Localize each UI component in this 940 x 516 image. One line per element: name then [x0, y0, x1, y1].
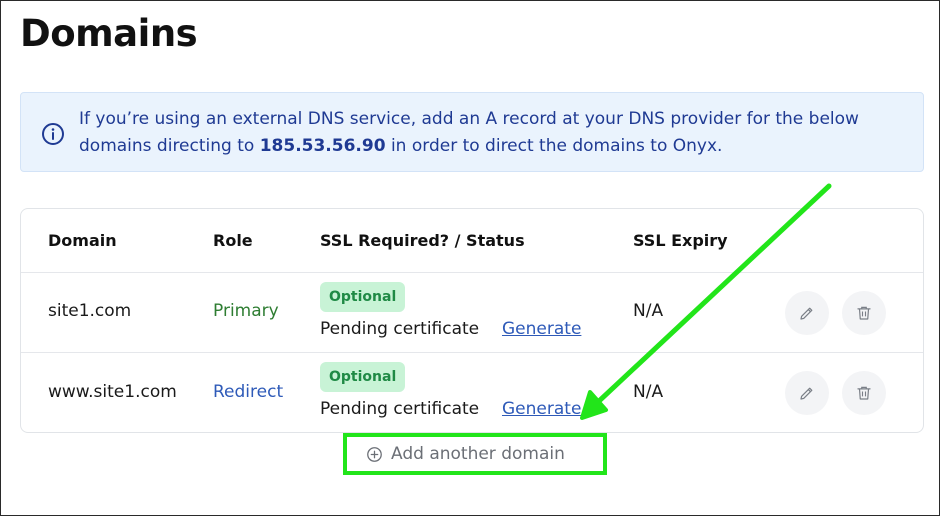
info-icon [41, 122, 65, 146]
generate-certificate-link[interactable]: Generate [502, 319, 581, 339]
header-divider [21, 272, 923, 273]
delete-domain-button[interactable] [842, 291, 886, 335]
row-divider [21, 352, 923, 353]
domains-table: Domain Role SSL Required? / Status SSL E… [20, 208, 924, 433]
ssl-expiry-value: N/A [633, 301, 664, 321]
trash-icon [857, 386, 871, 400]
add-another-domain-button[interactable]: Add another domain [366, 440, 565, 468]
dns-info-text: If you’re using an external DNS service,… [79, 106, 909, 160]
domain-name: www.site1.com [48, 382, 177, 402]
header-ssl-expiry: SSL Expiry [633, 231, 728, 250]
ssl-status-text: Pending certificate [320, 319, 480, 339]
pencil-icon [800, 387, 813, 400]
pencil-icon [800, 307, 813, 320]
ssl-optional-badge: Optional [320, 362, 406, 392]
generate-certificate-link[interactable]: Generate [502, 399, 581, 419]
ssl-status-text: Pending certificate [320, 399, 480, 419]
header-ssl-status: SSL Required? / Status [320, 231, 525, 250]
delete-domain-button[interactable] [842, 371, 886, 415]
page-title: Domains [20, 12, 198, 55]
edit-domain-button[interactable] [785, 371, 829, 415]
header-domain: Domain [48, 231, 117, 250]
plus-circle-icon [367, 446, 382, 462]
domain-role: Primary [213, 301, 279, 321]
add-another-domain-label: Add another domain [391, 444, 565, 464]
trash-icon [857, 306, 871, 320]
ssl-expiry-value: N/A [633, 382, 664, 402]
header-role: Role [213, 231, 253, 250]
dns-ip-address: 185.53.56.90 [259, 136, 386, 156]
dns-info-banner: If you’re using an external DNS service,… [20, 92, 924, 172]
edit-domain-button[interactable] [785, 291, 829, 335]
info-text-after: in order to direct the domains to Onyx. [385, 136, 723, 156]
domain-name: site1.com [48, 301, 132, 321]
domain-role: Redirect [213, 382, 284, 402]
ssl-optional-badge: Optional [320, 282, 406, 312]
